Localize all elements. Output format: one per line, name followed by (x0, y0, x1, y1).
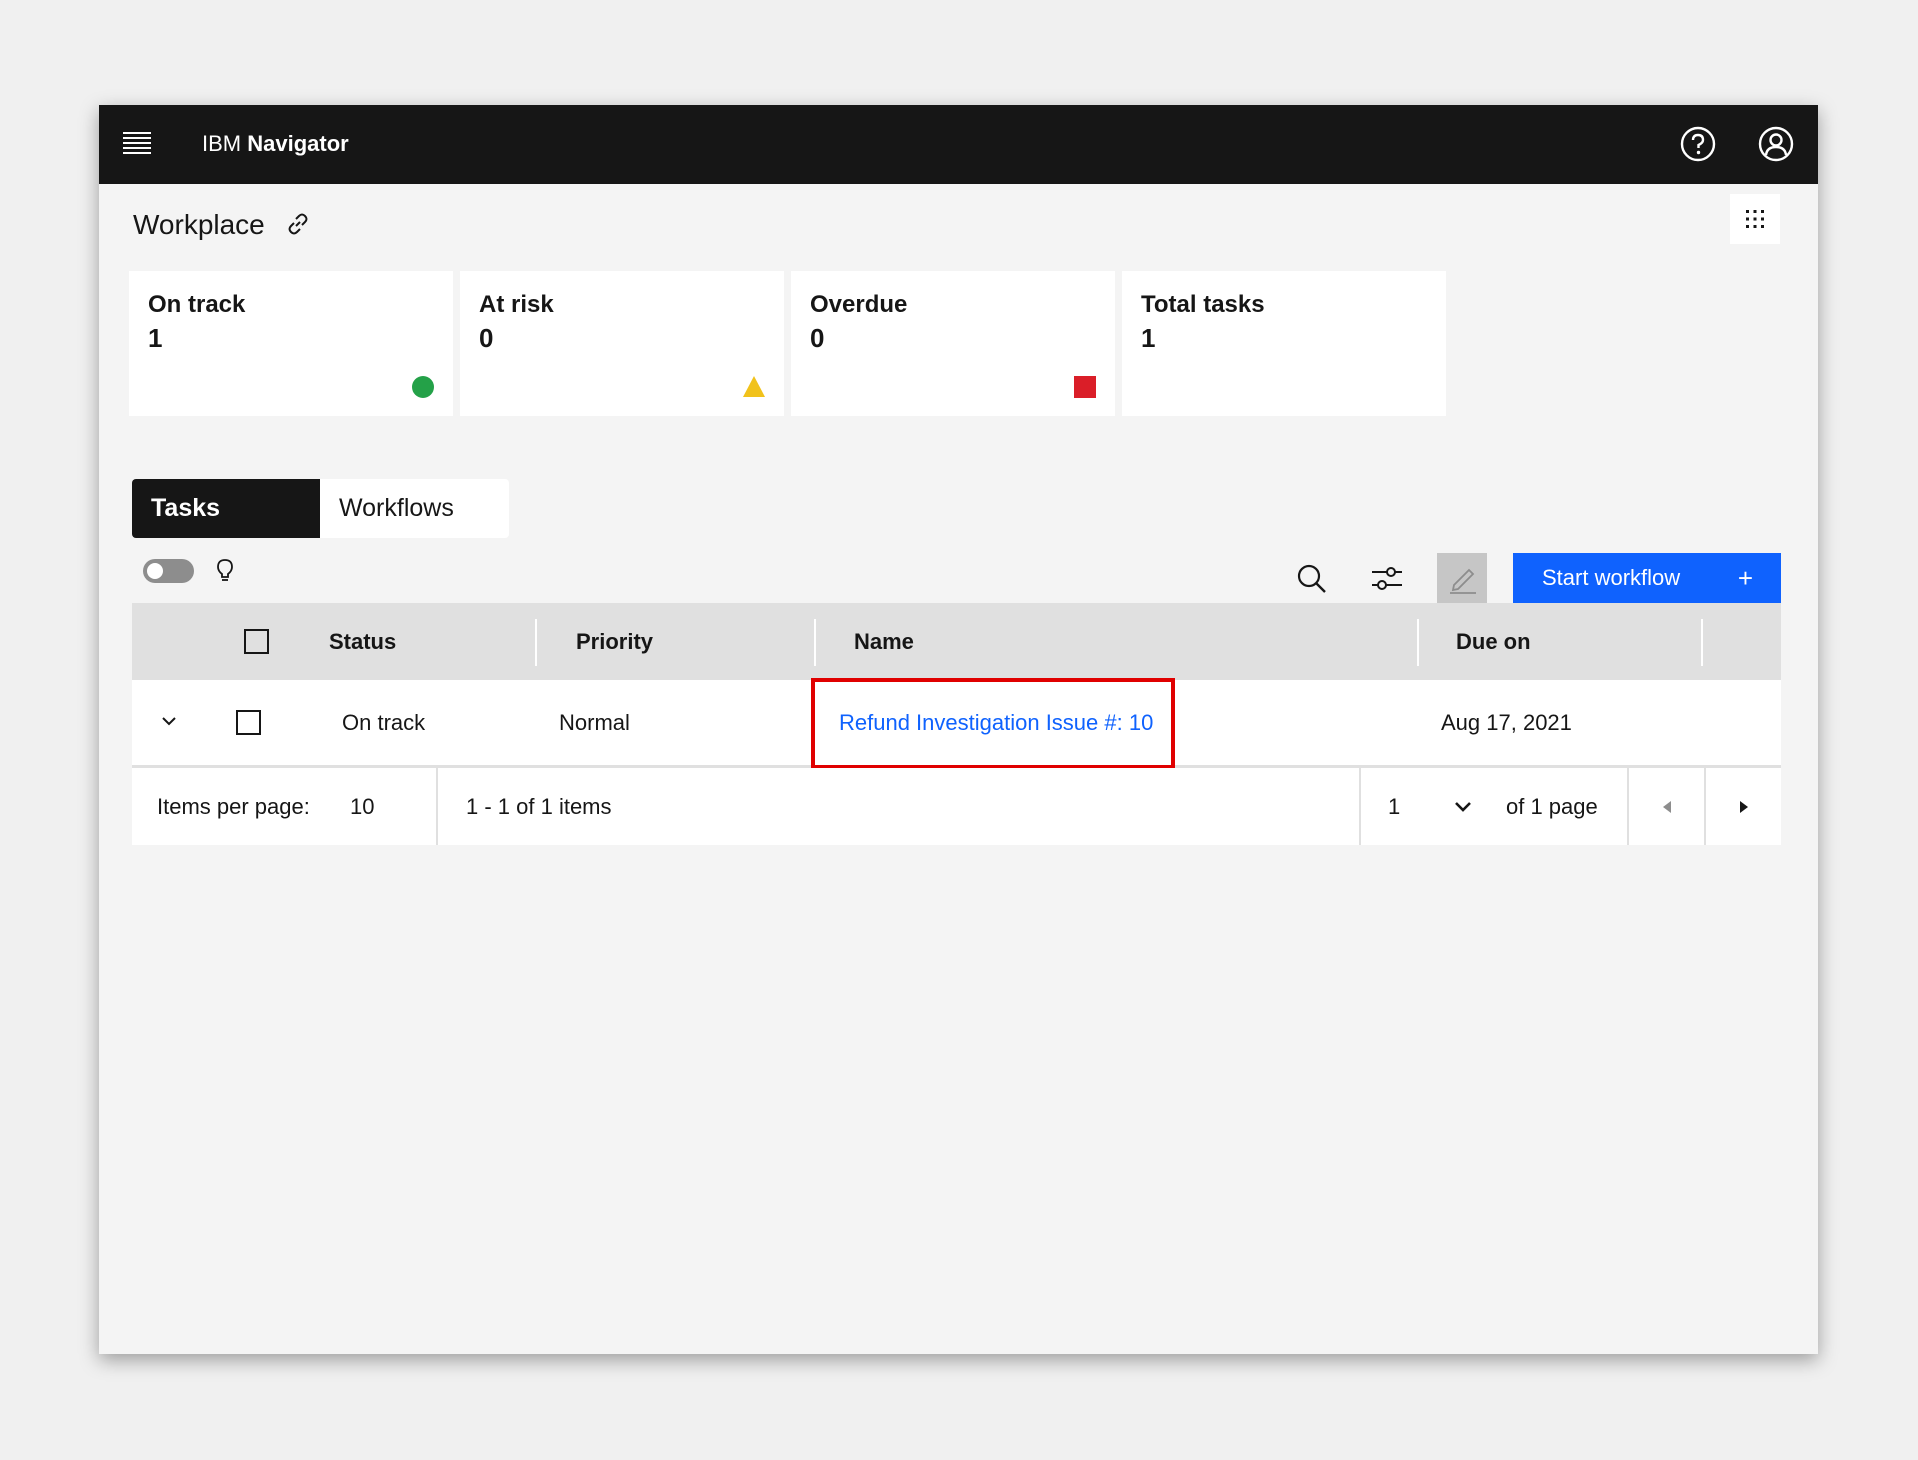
app-window: IBM Navigator Workplace On track 1 At ri… (99, 105, 1818, 1354)
row-checkbox[interactable] (236, 710, 261, 735)
card-label: Total tasks (1141, 291, 1265, 318)
items-range-text: 1 - 1 of 1 items (466, 794, 612, 819)
add-icon: + (1737, 563, 1753, 593)
at-risk-triangle-icon (743, 376, 765, 397)
chevron-down-icon[interactable] (159, 711, 179, 731)
sliders-icon (1372, 567, 1402, 590)
column-header-status[interactable]: Status (329, 603, 396, 680)
card-value: 1 (148, 323, 163, 353)
card-value: 0 (810, 323, 825, 353)
app-switcher-button[interactable] (1730, 194, 1780, 244)
select-all-checkbox[interactable] (244, 629, 269, 654)
overdue-square-icon (1074, 376, 1096, 398)
pencil-icon (1450, 568, 1476, 594)
items-per-page-label: Items per page: (157, 794, 310, 819)
start-workflow-label: Start workflow (1542, 565, 1681, 590)
card-label: At risk (479, 291, 554, 318)
pagination: Items per page: 10 1 - 1 of 1 items 1 of… (132, 768, 1781, 845)
filter-settings-button[interactable] (1361, 553, 1411, 603)
view-toggle[interactable] (143, 559, 194, 583)
page-title: Workplace (133, 209, 265, 240)
chevron-down-icon[interactable] (1453, 798, 1473, 816)
column-header-name[interactable]: Name (854, 603, 914, 680)
app-brand: IBM Navigator (202, 131, 349, 157)
column-header-due-on[interactable]: Due on (1456, 603, 1531, 680)
lightbulb-icon[interactable] (214, 558, 236, 584)
search-icon (1297, 564, 1326, 593)
cell-due-on: Aug 17, 2021 (1441, 710, 1572, 735)
hamburger-menu-icon[interactable] (123, 132, 151, 156)
card-value: 1 (1141, 323, 1156, 353)
brand-name: Navigator (247, 131, 349, 156)
table-row[interactable]: On track Normal Refund Investigation Iss… (132, 678, 1781, 769)
on-track-circle-icon (412, 376, 434, 398)
page-select[interactable]: 1 (1388, 768, 1400, 845)
card-label: On track (148, 291, 246, 318)
top-bar: IBM Navigator (99, 105, 1818, 184)
summary-card-at-risk[interactable]: At risk 0 (460, 271, 784, 416)
items-per-page-select[interactable]: 10 (350, 768, 374, 845)
help-icon[interactable] (1679, 125, 1717, 163)
page-total-text: of 1 page (1506, 794, 1598, 819)
tab-tasks[interactable]: Tasks (132, 479, 320, 538)
summary-card-on-track[interactable]: On track 1 (129, 271, 453, 416)
card-value: 0 (479, 323, 494, 353)
user-avatar-icon[interactable] (1757, 125, 1795, 163)
column-header-priority[interactable]: Priority (576, 603, 653, 680)
table-header: Status Priority Name Due on (132, 603, 1781, 680)
next-page-button[interactable] (1706, 768, 1782, 845)
previous-page-button[interactable] (1629, 768, 1705, 845)
cell-priority: Normal (559, 710, 630, 735)
tab-workflows[interactable]: Workflows (320, 479, 509, 538)
edit-button[interactable] (1437, 553, 1487, 603)
card-label: Overdue (810, 291, 908, 318)
caret-left-icon (1663, 801, 1671, 813)
brand-prefix: IBM (202, 131, 242, 156)
highlight-box (811, 678, 1175, 769)
link-icon[interactable] (285, 211, 311, 237)
summary-card-total-tasks[interactable]: Total tasks 1 (1122, 271, 1446, 416)
grid-icon (1746, 210, 1764, 228)
search-button[interactable] (1286, 553, 1336, 603)
summary-card-overdue[interactable]: Overdue 0 (791, 271, 1115, 416)
caret-right-icon (1740, 801, 1748, 813)
start-workflow-button[interactable]: Start workflow + (1513, 553, 1781, 603)
cell-status: On track (342, 710, 426, 735)
